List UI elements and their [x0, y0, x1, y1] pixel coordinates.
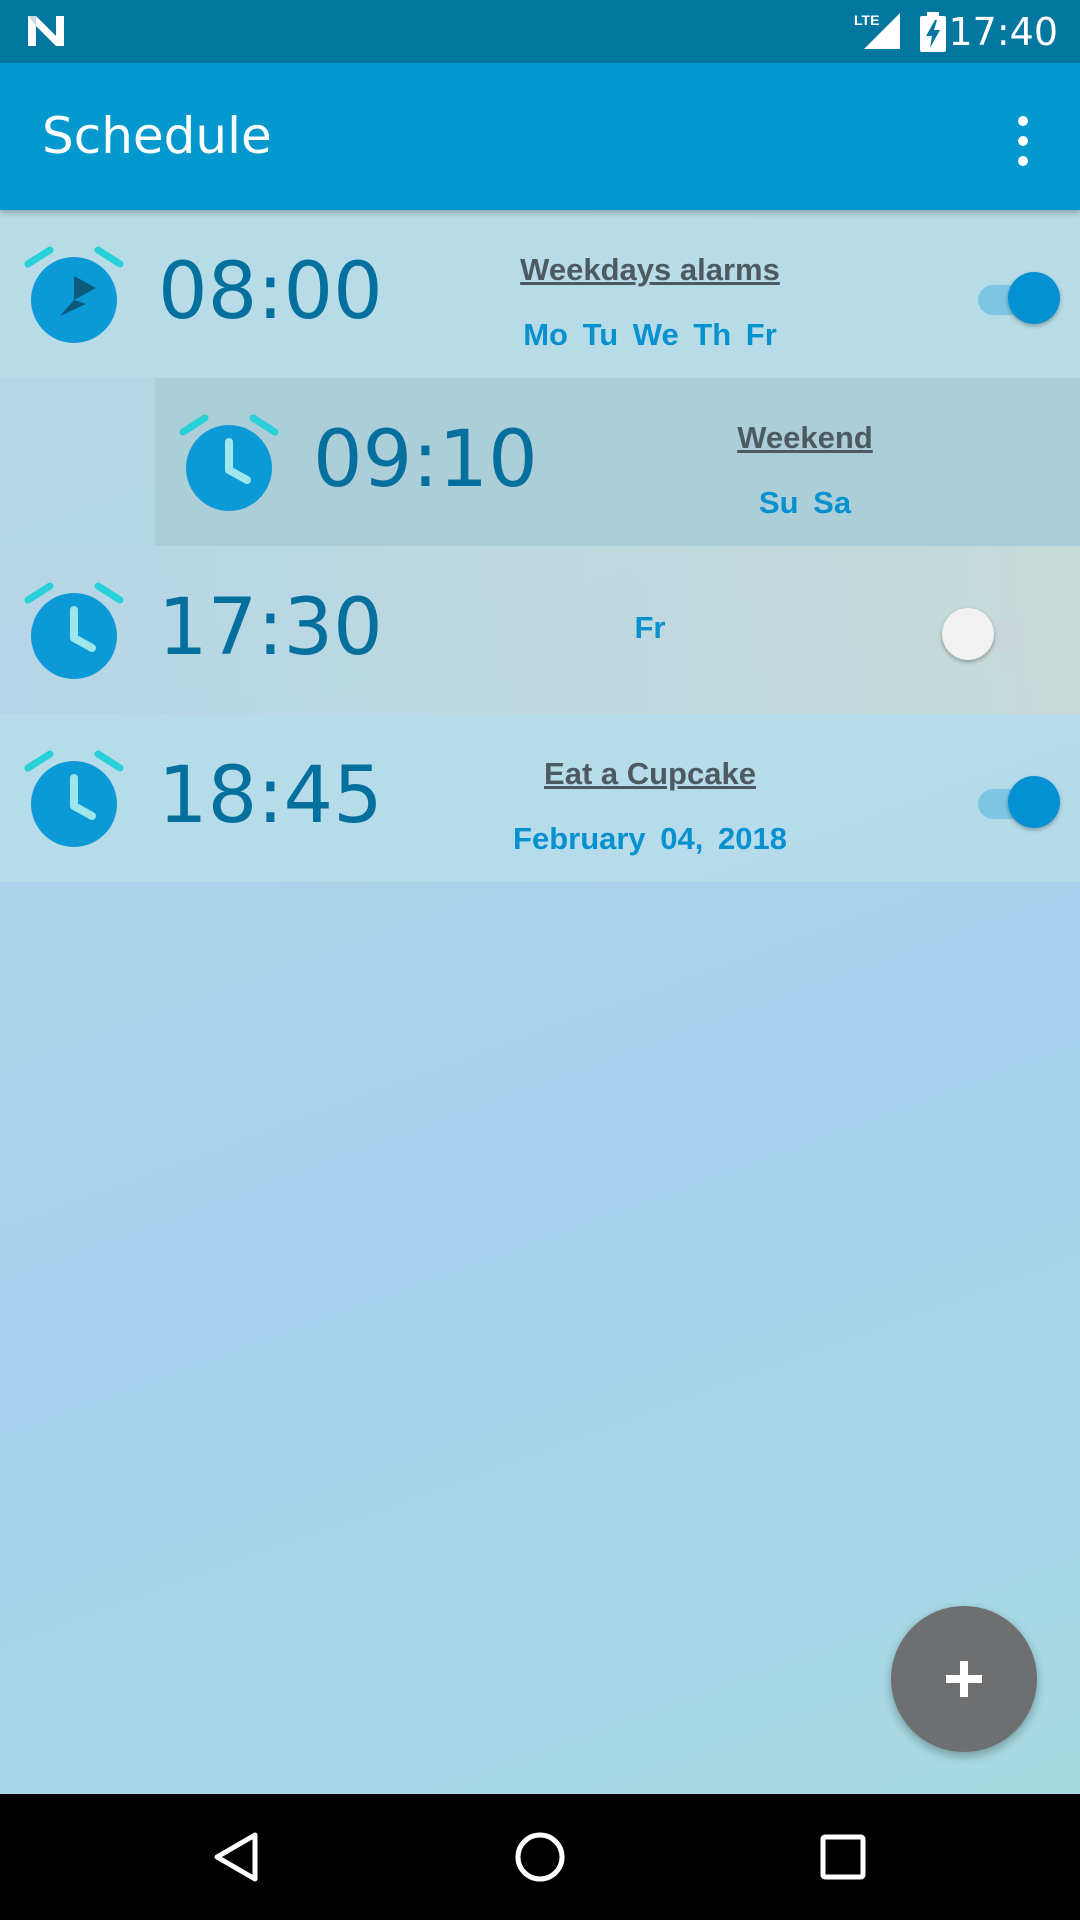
- back-icon[interactable]: [207, 1827, 267, 1887]
- alarm-clock-icon[interactable]: [24, 246, 124, 346]
- alarm-row[interactable]: 17:30 Fr: [0, 546, 1080, 714]
- page-title: Schedule: [42, 107, 272, 165]
- alarm-toggle[interactable]: [968, 270, 1060, 324]
- alarm-toggle[interactable]: [942, 606, 1060, 660]
- recents-icon[interactable]: [813, 1827, 873, 1887]
- status-bar: LTE 17:40: [0, 0, 1080, 63]
- alarm-clock-icon[interactable]: [24, 750, 124, 850]
- more-vert-icon[interactable]: [1008, 111, 1038, 171]
- toggle-thumb: [1008, 776, 1060, 828]
- alarm-row[interactable]: 09:10 Weekend Su Sa: [155, 378, 1080, 546]
- battery-charging-icon: [920, 12, 946, 52]
- add-alarm-button[interactable]: [891, 1606, 1037, 1752]
- alarm-time[interactable]: 17:30: [158, 578, 383, 678]
- alarm-clock-icon[interactable]: [179, 414, 279, 514]
- alarm-row[interactable]: 18:45 Eat a Cupcake February 04, 2018: [0, 714, 1080, 882]
- notification-n-icon: [28, 16, 64, 46]
- app-bar: Schedule: [0, 63, 1080, 210]
- alarm-date: February 04, 2018: [513, 821, 787, 856]
- home-icon[interactable]: [510, 1827, 570, 1887]
- alarm-toggle[interactable]: [968, 774, 1060, 828]
- toggle-thumb: [942, 608, 994, 660]
- alarm-label[interactable]: Weekend: [615, 420, 995, 456]
- lte-label: LTE: [854, 12, 879, 28]
- navigation-bar: [0, 1794, 1080, 1920]
- alarm-clock-icon[interactable]: [24, 582, 124, 682]
- alarm-days: Su Sa: [758, 485, 852, 520]
- alarm-days: Mo Tu We Th Fr: [523, 317, 777, 352]
- alarm-time[interactable]: 18:45: [158, 746, 383, 846]
- alarm-label[interactable]: Weekdays alarms: [460, 252, 840, 288]
- alarm-time[interactable]: 09:10: [313, 410, 538, 510]
- lte-signal-icon: LTE: [854, 12, 900, 49]
- toggle-thumb: [1008, 272, 1060, 324]
- alarm-time[interactable]: 08:00: [158, 242, 383, 342]
- plus-icon: [946, 1661, 982, 1697]
- alarm-days: Fr: [634, 610, 666, 645]
- status-time: 17:40: [948, 10, 1058, 54]
- alarm-row[interactable]: 08:00 Weekdays alarms Mo Tu We Th Fr: [0, 210, 1080, 378]
- alarm-label[interactable]: Eat a Cupcake: [460, 756, 840, 792]
